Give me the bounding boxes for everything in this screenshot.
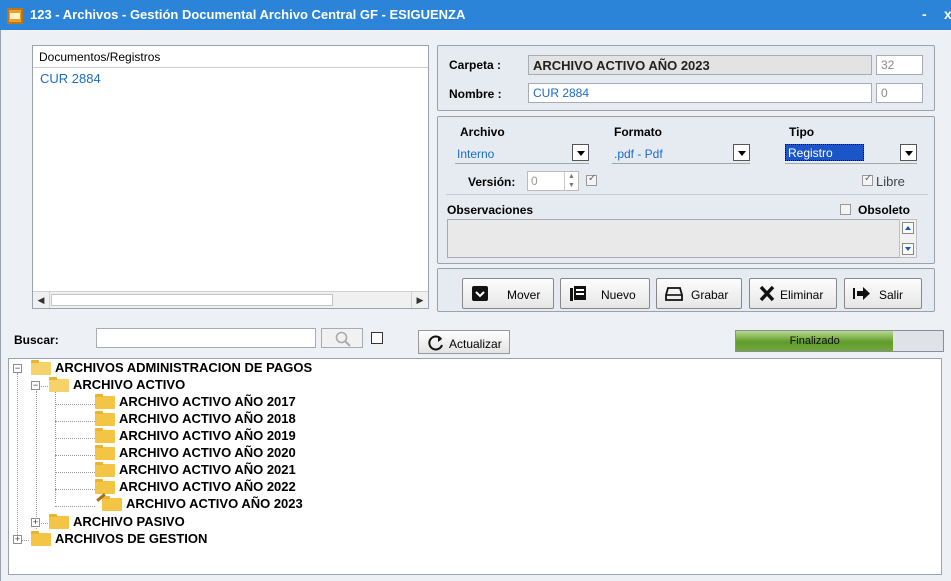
folder-icon <box>31 531 51 546</box>
documents-list-header: Documentos/Registros <box>33 46 428 68</box>
formato-value: .pdf - Pdf <box>614 147 663 161</box>
observaciones-scrollbar[interactable] <box>899 219 917 258</box>
collapse-icon[interactable]: − <box>31 381 40 390</box>
folder-icon <box>95 394 115 409</box>
nombre-field[interactable]: CUR 2884 <box>528 83 872 103</box>
action-toolbar: Mover Nuevo Grabar Eliminar Salir <box>437 268 935 312</box>
nombre-count-field: 0 <box>876 83 923 103</box>
chevron-down-icon[interactable] <box>900 144 917 161</box>
nuevo-button[interactable]: Nuevo <box>560 278 650 309</box>
search-icon <box>335 331 351 347</box>
tipo-select[interactable]: Registro <box>785 144 917 164</box>
folder-edit-icon <box>102 496 122 511</box>
archivo-select[interactable]: Interno <box>455 144 589 164</box>
chevron-down-icon[interactable] <box>733 144 750 161</box>
tipo-label: Tipo <box>789 125 815 139</box>
folder-icon <box>95 462 115 477</box>
formato-label: Formato <box>614 125 662 139</box>
salir-button[interactable]: Salir <box>844 278 922 309</box>
search-option-checkbox[interactable] <box>371 332 383 344</box>
version-checkbox[interactable] <box>586 173 597 186</box>
eliminar-button[interactable]: Eliminar <box>749 278 837 309</box>
libre-checkbox[interactable] <box>862 173 873 186</box>
carpeta-label: Carpeta : <box>449 58 502 72</box>
refresh-icon <box>428 335 443 351</box>
folder-icon <box>95 479 115 494</box>
folder-open-icon <box>31 360 51 375</box>
folder-icon <box>95 445 115 460</box>
observaciones-label: Observaciones <box>447 203 534 217</box>
grabar-button[interactable]: Grabar <box>656 278 742 309</box>
folder-open-icon <box>49 377 69 392</box>
scroll-up-icon[interactable] <box>902 222 914 234</box>
observaciones-textarea[interactable] <box>447 219 900 258</box>
properties-group: Archivo Interno Formato .pdf - Pdf Tipo … <box>437 116 935 264</box>
expand-icon[interactable]: + <box>13 535 22 544</box>
mover-button[interactable]: Mover <box>462 278 554 309</box>
move-icon <box>472 286 488 301</box>
carpeta-count-field: 32 <box>876 55 923 75</box>
save-drive-icon <box>665 287 683 301</box>
tipo-value: Registro <box>785 144 864 161</box>
archivo-value: Interno <box>457 147 495 161</box>
collapse-icon[interactable]: − <box>13 364 22 373</box>
horizontal-scrollbar[interactable]: ◀ ▶ <box>33 291 428 308</box>
status-progress-bar: Finalizado <box>735 330 944 352</box>
progress-label: Finalizado <box>789 335 840 347</box>
version-value: 0 <box>531 174 538 188</box>
title-bar: 123 - Archivos - Gestión Documental Arch… <box>0 0 951 30</box>
nombre-label: Nombre : <box>449 87 502 101</box>
app-folder-icon <box>7 8 23 24</box>
divider <box>446 194 928 195</box>
formato-select[interactable]: .pdf - Pdf <box>612 144 750 164</box>
folder-tree[interactable]: − ARCHIVOS ADMINISTRACION DE PAGOS − ARC… <box>8 358 942 575</box>
refresh-button[interactable]: Actualizar <box>418 330 510 354</box>
archivo-label: Archivo <box>460 125 505 139</box>
stepper-arrows-icon[interactable]: ▲ ▼ <box>564 172 578 190</box>
search-button[interactable] <box>321 328 363 348</box>
expand-icon[interactable]: + <box>31 518 40 527</box>
folder-icon <box>95 428 115 443</box>
scroll-down-icon[interactable] <box>902 243 914 255</box>
obsoleto-checkbox[interactable] <box>840 204 851 215</box>
folder-icon <box>49 514 69 529</box>
exit-arrow-icon <box>853 287 870 300</box>
version-label: Versión: <box>468 175 516 189</box>
delete-x-icon <box>759 285 775 302</box>
list-item[interactable]: CUR 2884 <box>40 71 101 86</box>
new-document-icon <box>570 286 586 301</box>
search-input[interactable] <box>96 328 316 348</box>
folder-group: Carpeta : ARCHIVO ACTIVO AÑO 2023 32 Nom… <box>437 45 935 111</box>
window-title: 123 - Archivos - Gestión Documental Arch… <box>30 7 466 22</box>
folder-icon <box>95 411 115 426</box>
search-label: Buscar: <box>14 333 59 347</box>
documents-list[interactable]: Documentos/Registros CUR 2884 ◀ ▶ <box>32 45 429 309</box>
chevron-down-icon[interactable] <box>572 144 589 161</box>
scroll-right-icon[interactable]: ▶ <box>411 292 428 308</box>
close-button[interactable]: x <box>944 6 951 22</box>
scroll-left-icon[interactable]: ◀ <box>33 292 50 308</box>
obsoleto-label: Obsoleto <box>858 203 911 217</box>
version-stepper[interactable]: 0 ▲ ▼ <box>527 171 579 191</box>
carpeta-field: ARCHIVO ACTIVO AÑO 2023 <box>528 55 872 75</box>
libre-label: Libre <box>876 174 905 189</box>
minimize-button[interactable]: - <box>922 6 927 22</box>
scroll-thumb[interactable] <box>51 294 333 306</box>
